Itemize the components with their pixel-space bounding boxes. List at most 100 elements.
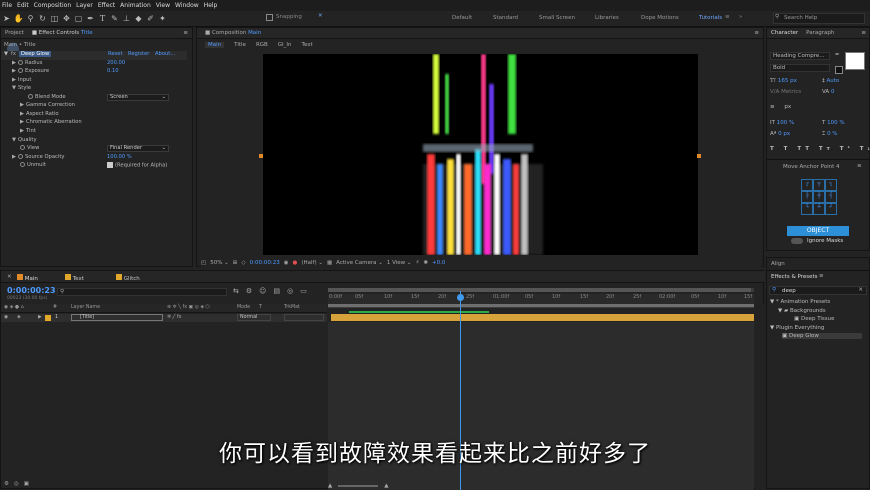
layer-row[interactable]: ◉ ◈ ▶ 1 [Title] ✲ ╱ fx Normal — [1, 314, 327, 322]
playhead-handle[interactable] — [457, 294, 464, 301]
effects-presets-tab[interactable]: Effects & Presets — [771, 274, 818, 280]
effect-reset-link[interactable]: Reset — [108, 51, 123, 57]
kerning-value[interactable]: Metrics — [781, 89, 801, 95]
panel-menu-icon[interactable]: ≡ — [754, 30, 759, 36]
unmult-checkbox[interactable] — [107, 162, 113, 168]
tab-effect-controls[interactable]: ■ Effect Controls Title — [32, 30, 93, 36]
clear-search-icon[interactable]: ✕ — [858, 287, 863, 293]
param-quality-label[interactable]: Quality — [18, 137, 37, 143]
tree-item-plugin-everything[interactable]: ▼ Plugin Everything — [770, 325, 824, 331]
eraser-tool-icon[interactable]: ◆ — [133, 13, 144, 24]
frame-blending-icon[interactable]: ▤ — [273, 287, 280, 295]
menu-file[interactable]: File — [2, 2, 12, 9]
tab-main[interactable]: Main — [17, 274, 38, 282]
motion-blur-icon[interactable]: ◎ — [287, 287, 293, 295]
effect-about-link[interactable]: About... — [155, 51, 175, 57]
region-of-interest-icon[interactable]: ◰ — [201, 260, 206, 266]
col-trkmat[interactable]: TrkMat — [284, 305, 300, 310]
close-tab-icon[interactable]: ✕ — [7, 274, 12, 280]
effects-search-input[interactable]: ⚲ deep ✕ — [769, 286, 867, 295]
zoom-tool-icon[interactable]: ⚲ — [25, 13, 36, 24]
menu-help[interactable]: Help — [204, 2, 218, 9]
camera-tool-icon[interactable]: ◫ — [49, 13, 60, 24]
mask-visibility-icon[interactable]: ◇ — [241, 260, 245, 266]
align-tab[interactable]: Align — [771, 261, 785, 267]
workspace-menu-icon[interactable]: ≡ — [725, 14, 730, 20]
anchor-bottom-left-icon[interactable]: └ — [801, 203, 813, 215]
flow-main[interactable]: Main — [205, 42, 225, 48]
col-layer-name[interactable]: Layer Name — [71, 305, 100, 310]
font-style-select[interactable]: Bold — [770, 64, 830, 72]
current-time[interactable]: 0:00:00:23 — [250, 260, 280, 266]
tree-item-deep-tissue[interactable]: ▣ Deep Tissue — [794, 316, 835, 322]
toggle-switches-icon[interactable]: ⚙ — [4, 481, 9, 487]
param-gamma-correction-label[interactable]: Gamma Correction — [26, 102, 75, 108]
grid-icon[interactable]: ⊞ — [233, 260, 238, 266]
menu-composition[interactable]: Composition — [34, 2, 71, 9]
visibility-eye-icon[interactable]: ◉ — [4, 315, 8, 320]
pan-behind-tool-icon[interactable]: ✥ — [61, 13, 72, 24]
stopwatch-icon[interactable] — [18, 68, 23, 73]
resolution-select[interactable]: (Half) ⌄ — [301, 260, 323, 266]
panel-menu-icon[interactable]: ≡ — [857, 163, 862, 169]
exposure-icon[interactable]: ✺ — [423, 260, 428, 266]
workspace-dope-motions[interactable]: Dope Motions — [641, 15, 679, 21]
tree-item-animation-presets[interactable]: ▼ * Animation Presets — [770, 299, 830, 305]
view-select[interactable]: Final Render ⌄ — [107, 145, 169, 152]
transparency-grid-icon[interactable]: ▦ — [327, 260, 332, 266]
work-area-ruler[interactable] — [328, 304, 754, 308]
menu-animation[interactable]: Animation — [120, 2, 151, 9]
zoom-out-icon[interactable]: ▲ — [328, 483, 332, 489]
shy-icon[interactable]: ☺ — [259, 287, 266, 295]
toggle-inout-icon[interactable]: ▣ — [24, 481, 29, 487]
baseline-shift-value[interactable]: 0 px — [778, 131, 790, 137]
workspace-default[interactable]: Default — [452, 15, 472, 21]
menu-window[interactable]: Window — [175, 2, 199, 9]
show-channel-icon[interactable]: ● — [293, 260, 298, 266]
comp-mini-flowchart-icon[interactable]: ⇆ — [233, 287, 239, 295]
blend-mode-select[interactable]: Screen ⌄ — [107, 94, 169, 101]
workspace-libraries[interactable]: Libraries — [595, 15, 619, 21]
tab-project[interactable]: Project — [5, 30, 24, 36]
stroke-color-swatch[interactable] — [835, 66, 843, 74]
font-size-value[interactable]: 165 px — [778, 78, 797, 84]
panel-menu-icon[interactable]: ≡ — [861, 30, 866, 36]
anchor-center-icon[interactable]: ┼ — [813, 191, 825, 203]
anchor-right-icon[interactable]: ┤ — [825, 191, 837, 203]
layer-switches[interactable]: ✲ ╱ fx — [167, 315, 181, 320]
flow-text[interactable]: Text — [302, 42, 313, 48]
snapshot-icon[interactable]: ◉ — [284, 260, 289, 266]
menu-layer[interactable]: Layer — [76, 2, 93, 9]
pen-tool-icon[interactable]: ✒ — [85, 13, 96, 24]
vertical-scale-value[interactable]: 100 % — [777, 120, 794, 126]
snapping-checkbox[interactable] — [266, 14, 273, 21]
hand-tool-icon[interactable]: ✋ — [13, 13, 24, 24]
view-layout-select[interactable]: 1 View ⌄ — [387, 260, 412, 266]
param-source-opacity-value[interactable]: 100.00 % — [107, 154, 132, 160]
fast-previews-icon[interactable]: ⚡ — [416, 260, 420, 266]
workspace-small-screen[interactable]: Small Screen — [539, 15, 575, 21]
panel-menu-icon[interactable]: ≡ — [183, 30, 188, 36]
layer-duration-bar[interactable] — [331, 314, 754, 321]
comp-handle-left[interactable] — [259, 154, 263, 158]
param-radius-value[interactable]: 200.00 — [107, 60, 125, 66]
stopwatch-icon[interactable] — [18, 154, 23, 159]
tree-item-backgrounds[interactable]: ▼ ▰ Backgrounds — [778, 308, 826, 314]
comp-viewer[interactable] — [263, 54, 698, 255]
faux-style-buttons[interactable]: T T TT Tт T¹ T₁ — [770, 146, 870, 152]
stopwatch-icon[interactable] — [28, 94, 33, 99]
flow-title[interactable]: Title — [234, 42, 246, 48]
ignore-masks-toggle[interactable] — [791, 238, 803, 244]
object-button[interactable]: OBJECT — [787, 226, 849, 236]
anchor-bottom-right-icon[interactable]: ┘ — [825, 203, 837, 215]
param-style-label[interactable]: Style — [18, 85, 31, 91]
param-tint-label[interactable]: Tint — [26, 128, 36, 134]
roto-brush-tool-icon[interactable]: ✐ — [145, 13, 156, 24]
layer-mode-select[interactable]: Normal — [237, 314, 271, 321]
puppet-pin-tool-icon[interactable]: ✦ — [157, 13, 168, 24]
param-chromatic-aberration-label[interactable]: Chromatic Aberration — [26, 119, 82, 125]
rotate-tool-icon[interactable]: ↻ — [37, 13, 48, 24]
panel-menu-icon[interactable]: ≡ — [819, 273, 824, 279]
tab-composition[interactable]: ■ Composition Main — [205, 30, 261, 36]
param-aspect-ratio-label[interactable]: Aspect Ratio — [26, 111, 59, 117]
